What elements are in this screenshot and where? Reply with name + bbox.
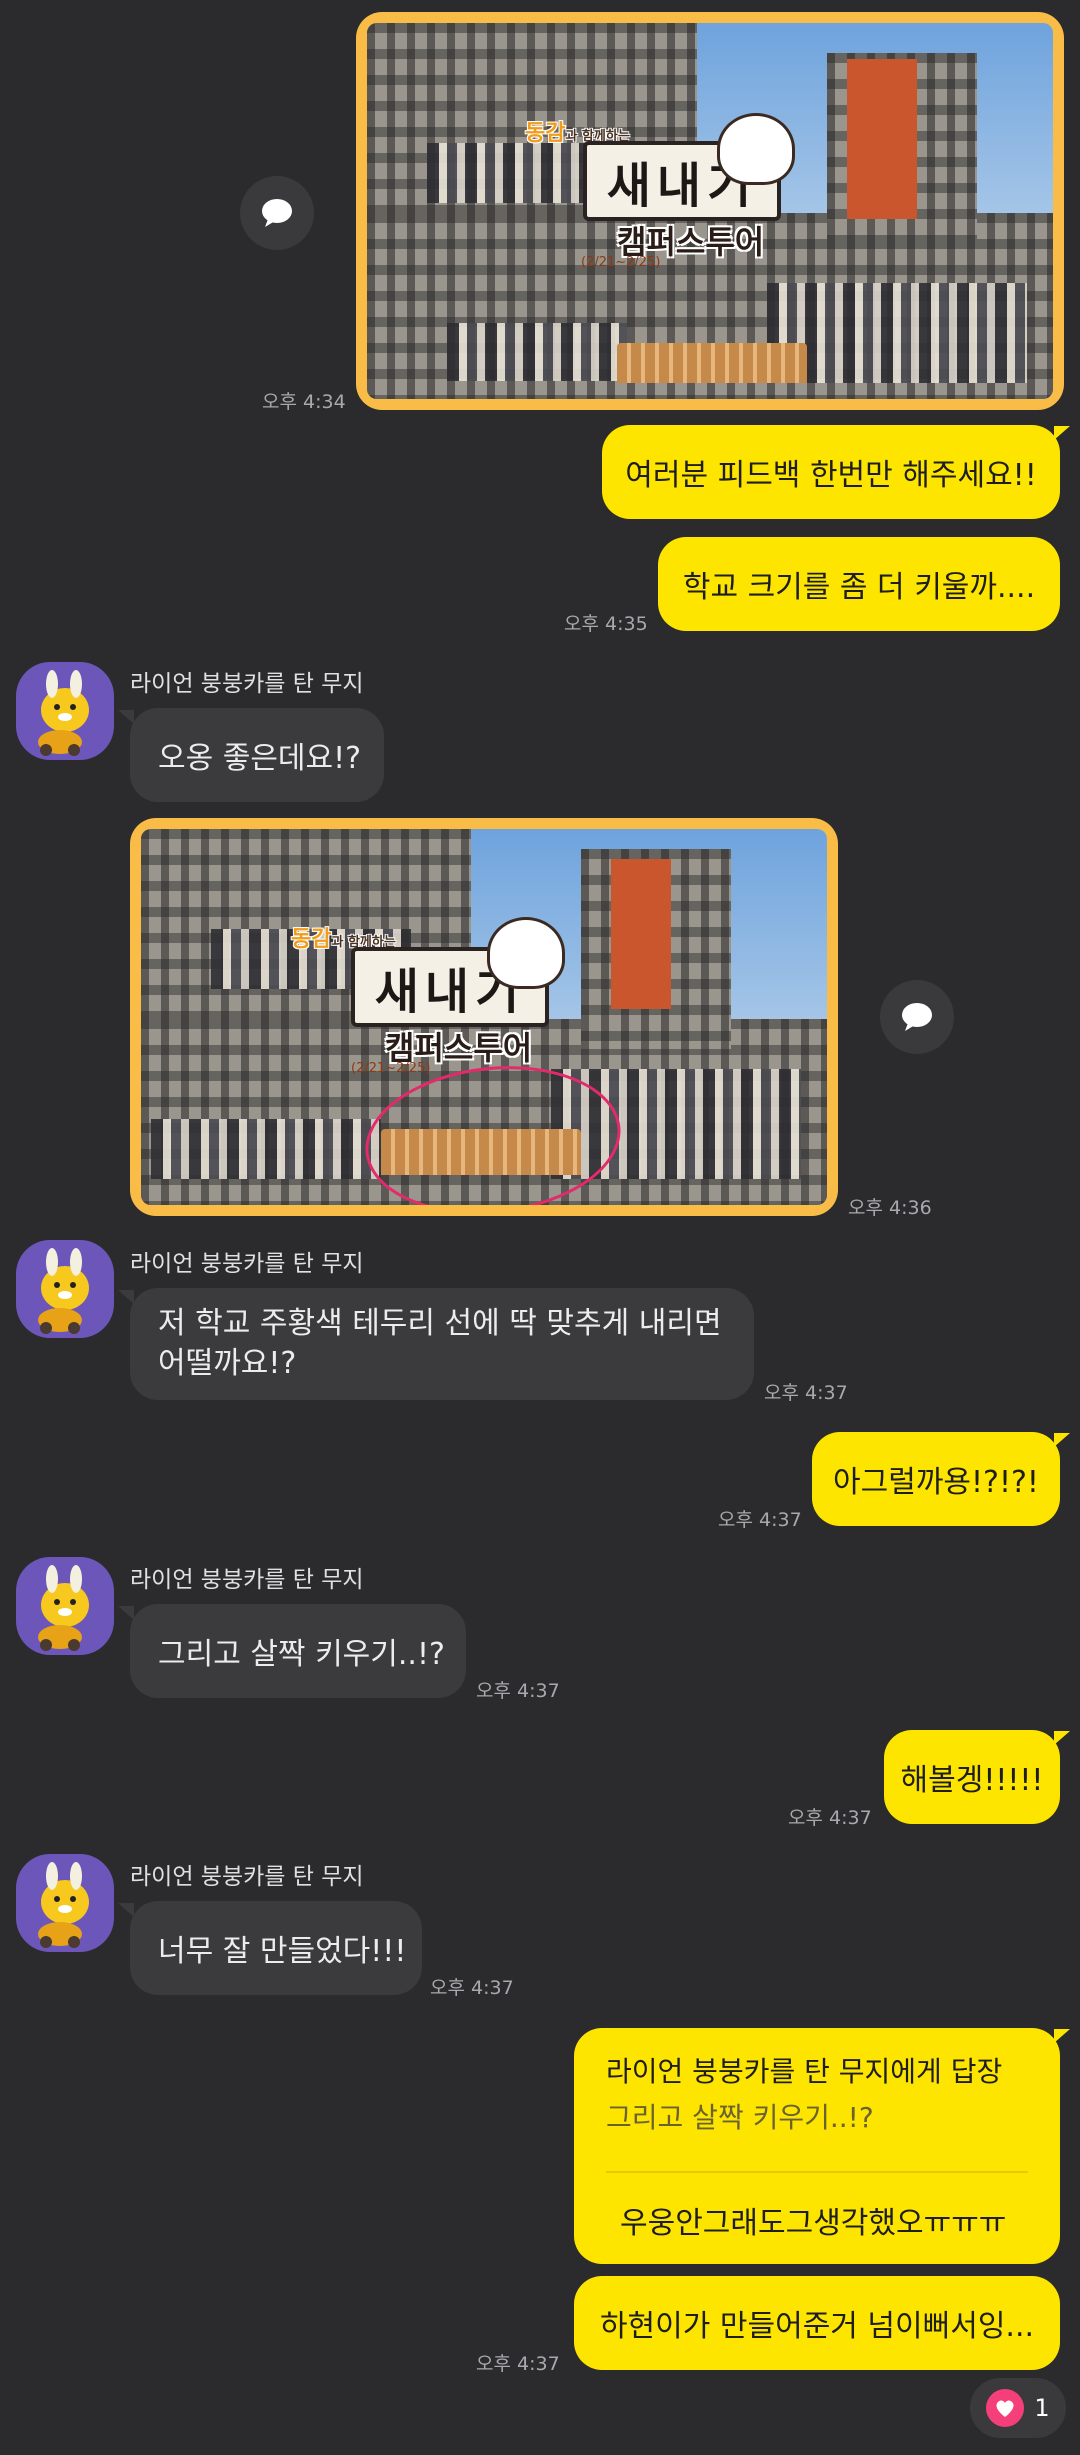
message-text: 해볼겡!!!!! — [900, 1763, 1044, 1798]
timestamp: 오후 4:34 — [262, 391, 346, 413]
share-button[interactable] — [880, 980, 954, 1054]
bubble-tail — [118, 710, 134, 724]
sender-name: 라이언 붕붕카를 탄 무지 — [130, 1864, 364, 1890]
share-button[interactable] — [240, 176, 314, 250]
message-text: 학교 크기를 좀 더 키울까.... — [682, 570, 1036, 605]
timestamp: 오후 4:36 — [848, 1197, 932, 1219]
message-bubble[interactable]: 아그럴까용!?!?! — [812, 1432, 1060, 1526]
bubble-tail — [1054, 426, 1070, 440]
timestamp: 오후 4:37 — [788, 1807, 872, 1829]
timestamp: 오후 4:37 — [764, 1382, 848, 1404]
reaction-count: 1 — [1034, 2394, 1050, 2422]
message-text-line: 어떨까요!? — [158, 1346, 297, 1381]
shared-image[interactable]: 동감과 함께하는 새내기 캠퍼스투어 (2/21~2/25) — [356, 12, 1064, 410]
poster-date: (2/21~2/25) — [351, 1061, 431, 1076]
timestamp: 오후 4:37 — [476, 2353, 560, 2375]
message-text: 아그럴까용!?!?! — [833, 1465, 1039, 1500]
message-bubble[interactable]: 그리고 살짝 키우기..!? — [130, 1604, 466, 1698]
mascot — [717, 113, 795, 185]
bubble-tail — [118, 1903, 134, 1917]
bubble-tail — [1054, 2029, 1070, 2043]
bubble-tail — [1054, 1731, 1070, 1745]
bubble-tail — [1054, 1433, 1070, 1447]
message-bubble[interactable]: 해볼겡!!!!! — [884, 1730, 1060, 1824]
message-text: 여러분 피드백 한번만 해주세요!! — [625, 458, 1037, 493]
reply-to-label: 라이언 붕붕카를 탄 무지에게 답장 — [606, 2055, 1003, 2088]
reply-message-bubble[interactable]: 라이언 붕붕카를 탄 무지에게 답장 그리고 살짝 키우기..!? 우웅안그래도… — [574, 2028, 1060, 2264]
muzi-avatar-icon — [38, 1862, 89, 1948]
message-bubble[interactable]: 오옹 좋은데요!? — [130, 708, 384, 802]
heart-icon — [986, 2389, 1025, 2427]
share-bubble-icon — [262, 199, 292, 227]
avatar[interactable] — [16, 1557, 114, 1655]
sender-name: 라이언 붕붕카를 탄 무지 — [130, 1567, 364, 1593]
avatar[interactable] — [16, 1240, 114, 1338]
image-content: 동감과 함께하는 새내기 캠퍼스투어 (2/21~2/25) — [141, 829, 827, 1205]
sender-name: 라이언 붕붕카를 탄 무지 — [130, 671, 364, 697]
message-bubble[interactable]: 하현이가 만들어준거 넘이뻐서잉... — [574, 2276, 1060, 2370]
message-bubble[interactable]: 여러분 피드백 한번만 해주세요!! — [602, 425, 1060, 519]
bubble-tail — [118, 1290, 134, 1304]
message-bubble[interactable]: 너무 잘 만들었다!!! — [130, 1901, 422, 1995]
message-bubble[interactable]: 학교 크기를 좀 더 키울까.... — [658, 537, 1060, 631]
avatar[interactable] — [16, 1854, 114, 1952]
timestamp: 오후 4:37 — [476, 1680, 560, 1702]
message-text: 그리고 살짝 키우기..!? — [158, 1637, 445, 1672]
share-bubble-icon — [902, 1003, 932, 1031]
muzi-avatar-icon — [38, 670, 89, 756]
quoted-text: 그리고 살짝 키우기..!? — [606, 2101, 874, 2134]
timestamp: 오후 4:37 — [430, 1977, 514, 1999]
reaction-badge[interactable]: 1 — [970, 2378, 1066, 2438]
reply-divider — [606, 2171, 1028, 2173]
image-content: 동감과 함께하는 새내기 캠퍼스투어 (2/21~2/25) — [367, 23, 1053, 399]
muzi-avatar-icon — [38, 1565, 89, 1651]
message-text: 너무 잘 만들었다!!! — [158, 1934, 407, 1969]
message-text: 오옹 좋은데요!? — [158, 741, 362, 776]
avatar[interactable] — [16, 662, 114, 760]
mascot — [487, 917, 565, 989]
sender-name: 라이언 붕붕카를 탄 무지 — [130, 1251, 364, 1277]
message-text: 하현이가 만들어준거 넘이뻐서잉... — [599, 2309, 1035, 2344]
shared-image[interactable]: 동감과 함께하는 새내기 캠퍼스투어 (2/21~2/25) — [130, 818, 838, 1216]
message-text: 우웅안그래도그생각했오ㅠㅠㅠ — [620, 2206, 1007, 2241]
message-text-line: 저 학교 주황색 테두리 선에 딱 맞추게 내리면 — [158, 1306, 722, 1341]
timestamp: 오후 4:35 — [564, 613, 648, 635]
message-bubble[interactable]: 저 학교 주황색 테두리 선에 딱 맞추게 내리면 어떨까요!? — [130, 1288, 754, 1400]
poster-date: (2/21~2/25) — [581, 255, 661, 270]
muzi-avatar-icon — [38, 1248, 89, 1334]
timestamp: 오후 4:37 — [718, 1509, 802, 1531]
bubble-tail — [118, 1606, 134, 1620]
